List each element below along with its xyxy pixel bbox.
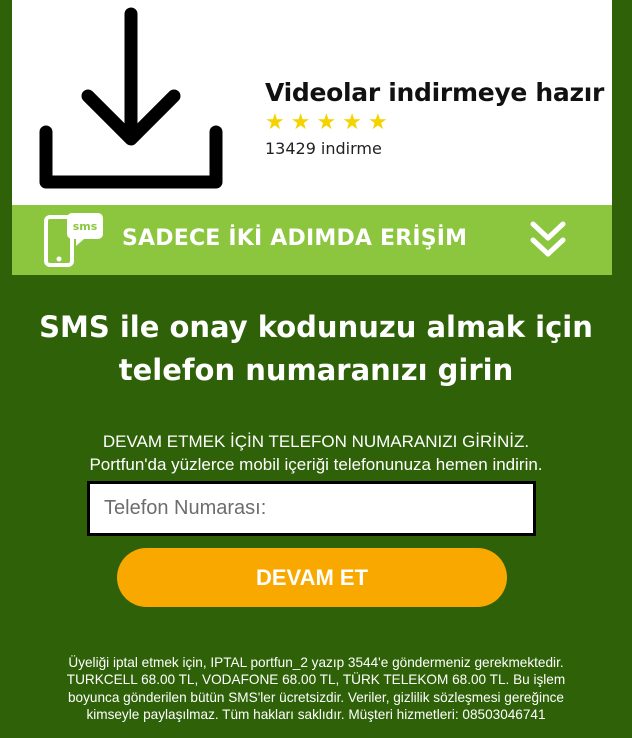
- star-icon: ★: [367, 109, 388, 134]
- double-chevron-down-icon: [530, 221, 566, 257]
- rating-stars: ★ ★ ★ ★ ★: [265, 111, 604, 133]
- phone-number-input[interactable]: [87, 481, 536, 536]
- hero-title: Videolar indirmeye hazır: [265, 78, 605, 107]
- page-headline: SMS ile onay kodunuzu almak için telefon…: [0, 306, 632, 392]
- footer-line-1: Üyeliği iptal etmek için, IPTAL portfun_…: [68, 655, 564, 670]
- sms-badge-text: sms: [73, 220, 98, 233]
- download-icon: [39, 7, 223, 189]
- hero-text: Videolar indirmeye hazır ★ ★ ★ ★ ★ 13429…: [265, 78, 604, 158]
- star-icon: ★: [316, 109, 337, 134]
- instructions-line-1: DEVAM ETMEK İÇİN TELEFON NUMARANIZI GİRİ…: [102, 432, 530, 451]
- hero-banner: Videolar indirmeye hazır ★ ★ ★ ★ ★ 13429…: [12, 0, 612, 205]
- footer-line-2: TURKCELL 68.00 TL, VODAFONE 68.00 TL, TÜ…: [66, 672, 566, 688]
- legal-footer: Üyeliği iptal etmek için, IPTAL portfun_…: [20, 654, 612, 724]
- headline-line-1: SMS ile onay kodunuzu almak için: [39, 310, 593, 344]
- download-count: 13429 indirme: [265, 139, 604, 158]
- headline-line-2: telefon numaranızı girin: [118, 353, 514, 387]
- download-count-label: indirme: [320, 139, 382, 158]
- star-icon: ★: [290, 109, 311, 134]
- star-icon: ★: [342, 109, 362, 134]
- footer-line-3: boyunca gönderilen bütün SMS'ler ücretsi…: [68, 689, 564, 705]
- access-bar-text: SADECE İKİ ADIMDA ERİŞİM: [122, 226, 468, 251]
- sms-phone-icon: sms: [44, 213, 103, 267]
- continue-button[interactable]: DEVAM ET: [117, 548, 507, 607]
- instructions-line-2: Portfun'da yüzlerce mobil içeriği telefo…: [89, 455, 543, 474]
- star-icon: ★: [265, 109, 285, 134]
- access-bar: sms SADECE İKİ ADIMDA ERİŞİM: [12, 205, 612, 275]
- download-count-value: 13429: [265, 139, 316, 158]
- instructions: DEVAM ETMEK İÇİN TELEFON NUMARANIZI GİRİ…: [0, 430, 632, 476]
- landing-page: Videolar indirmeye hazır ★ ★ ★ ★ ★ 13429…: [0, 0, 632, 738]
- footer-line-4: kimseyle paylaşılmaz. Tüm hakları saklıd…: [86, 707, 546, 723]
